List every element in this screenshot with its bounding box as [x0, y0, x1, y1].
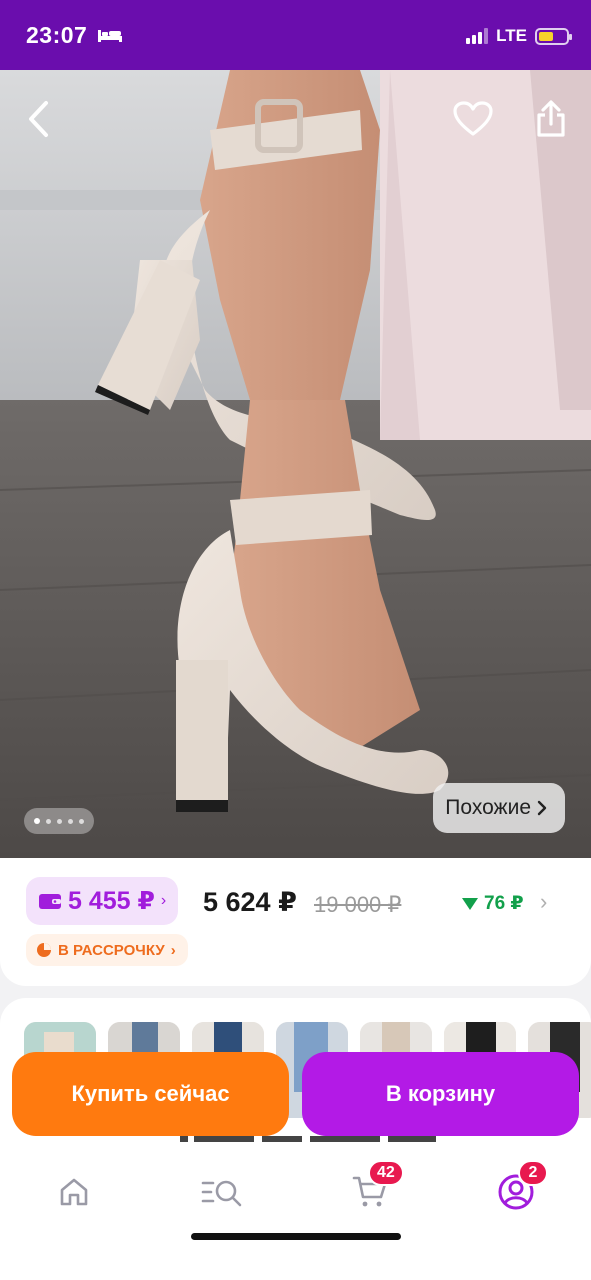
- favorite-button[interactable]: [450, 96, 496, 142]
- tab-catalog[interactable]: [192, 1164, 252, 1220]
- chevron-right-icon: ›: [170, 941, 176, 959]
- product-photo: [0, 70, 591, 858]
- similar-products-button[interactable]: Похожие: [433, 783, 565, 833]
- bottom-tab-bar: 42 2: [0, 1148, 591, 1280]
- current-price: 5 624 ₽: [203, 887, 297, 917]
- pie-chart-icon: [37, 943, 51, 957]
- price-drop-value: 76 ₽: [484, 893, 524, 914]
- battery-level: [539, 31, 553, 41]
- product-page: 23:07 LTE Похожие 5 455 ₽ › 5 624 ₽ 19 0…: [0, 0, 591, 1280]
- add-to-cart-button[interactable]: В корзину: [302, 1052, 579, 1136]
- installment-chip[interactable]: В РАССРОЧКУ ›: [26, 934, 188, 966]
- gallery-dot: [46, 818, 51, 824]
- share-button[interactable]: [528, 96, 574, 142]
- chevron-right-icon: ›: [160, 892, 167, 909]
- wallet-icon: [39, 894, 61, 909]
- installment-label: В РАССРОЧКУ: [58, 941, 165, 959]
- gallery-dot: [57, 818, 62, 824]
- share-icon: [537, 100, 565, 137]
- cellular-signal-icon: [466, 28, 489, 44]
- product-gallery[interactable]: Похожие: [0, 70, 591, 858]
- gallery-dot: [68, 818, 73, 824]
- price-drop[interactable]: 76 ₽: [462, 892, 524, 915]
- tab-cart[interactable]: 42: [340, 1160, 404, 1220]
- home-icon: [60, 1178, 88, 1206]
- gallery-pager: [24, 808, 94, 834]
- status-time: 23:07: [26, 22, 88, 48]
- wallet-price: 5 455 ₽: [68, 887, 155, 915]
- chevron-right-icon: [537, 800, 547, 816]
- status-indicators: LTE: [466, 26, 572, 46]
- gallery-dot: [79, 818, 84, 824]
- tab-home[interactable]: [44, 1164, 104, 1220]
- chevron-left-icon: [29, 101, 48, 137]
- buy-now-button[interactable]: Купить сейчас: [12, 1052, 289, 1136]
- back-button[interactable]: [16, 96, 62, 142]
- sleep-mode-icon: [98, 30, 122, 42]
- tab-profile[interactable]: 2: [486, 1160, 548, 1220]
- profile-notification-badge: 2: [518, 1160, 548, 1186]
- wallet-price-chip[interactable]: 5 455 ₽ ›: [26, 877, 179, 925]
- gallery-dot: [34, 818, 40, 824]
- status-bar: 23:07 LTE: [0, 0, 591, 70]
- cart-count-badge: 42: [368, 1160, 404, 1186]
- home-indicator: [191, 1233, 401, 1240]
- battery-icon: [535, 27, 572, 45]
- catalog-search-icon: [201, 1180, 242, 1207]
- price-details-chevron-icon[interactable]: ›: [540, 889, 547, 915]
- old-price: 19 000 ₽: [314, 892, 402, 917]
- price-down-icon: [462, 897, 478, 910]
- similar-label: Похожие: [445, 796, 531, 819]
- price-card: 5 455 ₽ › 5 624 ₽ 19 000 ₽ 76 ₽ › В РАСС…: [0, 858, 591, 986]
- heart-icon: [453, 101, 493, 136]
- network-type: LTE: [496, 26, 527, 45]
